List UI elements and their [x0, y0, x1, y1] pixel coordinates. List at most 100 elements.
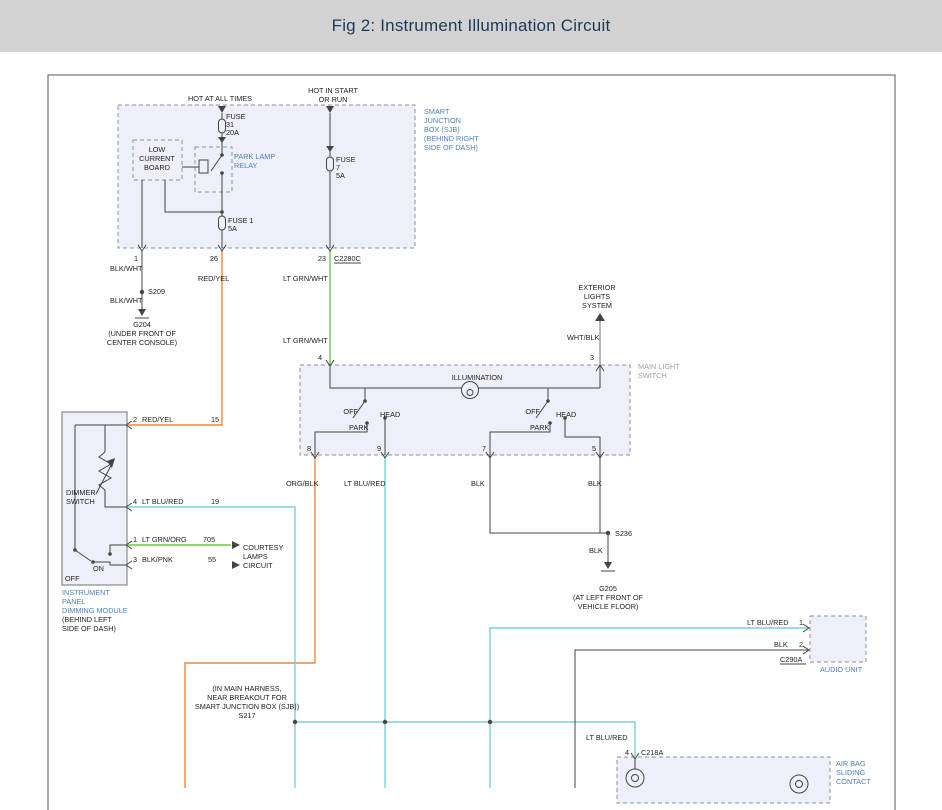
svg-text:JUNCTION: JUNCTION	[424, 116, 461, 125]
wire-blk-wht-1: BLK/WHT	[110, 264, 143, 273]
audio-pin-2: 2	[799, 640, 803, 649]
wire-blk-4: BLK	[774, 640, 788, 649]
airbag-label: AIR BAG	[836, 759, 866, 768]
splice-s217-b	[383, 720, 387, 724]
mls-pin-5: 5	[592, 444, 596, 453]
circuit-19: 19	[211, 497, 219, 506]
mls-right-off: OFF	[525, 407, 540, 416]
wire-red-yel-2: RED/YEL	[142, 415, 173, 424]
svg-text:SLIDING: SLIDING	[836, 768, 866, 777]
splice-s209-label: S209	[148, 287, 165, 296]
splice-s217-note: (IN MAIN HARNESS,	[212, 684, 281, 693]
svg-text:CURRENT: CURRENT	[139, 154, 175, 163]
figure-page: Fig 2: Instrument Illumination Circuit	[0, 0, 942, 810]
svg-text:(AT LEFT FRONT OF: (AT LEFT FRONT OF	[573, 593, 644, 602]
svg-text:CENTER CONSOLE): CENTER CONSOLE)	[107, 338, 177, 347]
svg-text:LAMPS: LAMPS	[243, 552, 268, 561]
svg-text:20A: 20A	[226, 128, 239, 137]
svg-text:BOX (SJB): BOX (SJB)	[424, 125, 460, 134]
svg-text:SWITCH: SWITCH	[638, 371, 667, 380]
wire-lt-grn-wht-2: LT GRN/WHT	[283, 336, 328, 345]
wire-wht-blk-label: WHT/BLK	[567, 333, 600, 342]
mls-pin-4: 4	[318, 353, 322, 362]
ground-g205-label: G205	[599, 584, 617, 593]
svg-text:SIDE OF DASH): SIDE OF DASH)	[62, 624, 116, 633]
splice-s236	[606, 531, 610, 535]
courtesy-lamps-label: COURTESY	[243, 543, 284, 552]
dimmer-off-label: OFF	[65, 574, 80, 583]
wire-blk-pnk-label: BLK/PNK	[142, 555, 173, 564]
relay-coil	[199, 160, 208, 173]
label-or-run: OR RUN	[319, 95, 348, 104]
dimmer-pin-2: 2	[133, 415, 137, 424]
wire-blk-3: BLK	[589, 546, 603, 555]
wiring-diagram: HOT AT ALL TIMES HOT IN START OR RUN FUS…	[0, 52, 942, 810]
wire-lt-grn-wht-1: LT GRN/WHT	[283, 274, 328, 283]
svg-text:RELAY: RELAY	[234, 161, 258, 170]
svg-text:NEAR BREAKOUT FOR: NEAR BREAKOUT FOR	[207, 693, 287, 702]
airbag-pin-4: 4	[625, 748, 629, 757]
svg-text:SYSTEM: SYSTEM	[582, 301, 612, 310]
svg-text:CONTACT: CONTACT	[836, 777, 871, 786]
wire-blk-2: BLK	[588, 479, 602, 488]
wire-blk-wht-2: BLK/WHT	[110, 296, 143, 305]
figure-header: Fig 2: Instrument Illumination Circuit	[0, 0, 942, 52]
connector-c218a: C218A	[641, 748, 663, 757]
svg-text:SWITCH: SWITCH	[66, 497, 95, 506]
dimming-module-label: INSTRUMENT	[62, 588, 110, 597]
svg-text:DIMMING MODULE: DIMMING MODULE	[62, 606, 128, 615]
wire-lt-blu-red-3: LT BLU/RED	[747, 618, 789, 627]
dimmer-pin-3: 3	[133, 555, 137, 564]
circuit-705: 705	[203, 535, 215, 544]
dimmer-switch-label: DIMMER	[66, 488, 96, 497]
sliding-contact-left-icon	[626, 769, 644, 787]
mls-pin-7: 7	[482, 444, 486, 453]
figure-title: Fig 2: Instrument Illumination Circuit	[332, 16, 611, 36]
svg-text:5A: 5A	[228, 224, 237, 233]
illumination-label: ILLUMINATION	[452, 373, 503, 382]
dimmer-pin-4: 4	[133, 497, 137, 506]
connector-c290a: C290A	[780, 655, 802, 664]
mls-pin-8: 8	[307, 444, 311, 453]
splice-s217-a	[293, 720, 297, 724]
svg-text:CIRCUIT: CIRCUIT	[243, 561, 273, 570]
svg-text:SIDE OF DASH): SIDE OF DASH)	[424, 143, 478, 152]
exterior-lights-label: EXTERIOR	[578, 283, 615, 292]
dimmer-on-label: ON	[93, 564, 104, 573]
sjb-title: SMART	[424, 107, 450, 116]
circuit-55: 55	[208, 555, 216, 564]
sjb-pin-26: 26	[210, 254, 218, 263]
park-lamp-relay-label: PARK LAMP	[234, 152, 275, 161]
mls-right-park: PARK	[530, 423, 549, 432]
mls-left-park: PARK	[349, 423, 368, 432]
svg-text:LIGHTS: LIGHTS	[584, 292, 610, 301]
sjb-pin-23: 23	[318, 254, 326, 263]
low-current-board-label: LOW	[149, 145, 166, 154]
module-location-label: (BEHIND LEFT	[62, 615, 112, 624]
wire-org-blk-label: ORG/BLK	[286, 479, 319, 488]
svg-text:VEHICLE FLOOR): VEHICLE FLOOR)	[578, 602, 639, 611]
ground-g204-label: G204	[133, 320, 151, 329]
svg-text:5A: 5A	[336, 171, 345, 180]
label-hot-in-start: HOT IN START	[308, 86, 358, 95]
svg-text:SMART JUNCTION BOX (SJB)): SMART JUNCTION BOX (SJB))	[195, 702, 299, 711]
label-hot-at-all-times: HOT AT ALL TIMES	[188, 94, 252, 103]
fuse-31-symbol	[219, 119, 226, 133]
connector-c2280c: C2280C	[334, 254, 361, 263]
fuse-1-symbol	[219, 216, 226, 230]
svg-text:PANEL: PANEL	[62, 597, 85, 606]
wire-lt-blu-red-4: LT BLU/RED	[586, 733, 628, 742]
fuse-7-symbol	[327, 157, 334, 171]
wire-blk-1: BLK	[471, 479, 485, 488]
mls-pin-3: 3	[590, 353, 594, 362]
splice-s209	[140, 290, 144, 294]
audio-unit-label: AUDIO UNIT	[820, 665, 863, 674]
sliding-contact-right-icon	[790, 775, 808, 793]
wire-lt-blu-red-2: LT BLU/RED	[142, 497, 184, 506]
svg-text:S217: S217	[238, 711, 255, 720]
dimmer-pin-1: 1	[133, 535, 137, 544]
main-light-switch-label: MAIN LIGHT	[638, 362, 680, 371]
wire-red-yel-1: RED/YEL	[198, 274, 229, 283]
sjb-pin-1: 1	[134, 254, 138, 263]
splice-s217-c	[488, 720, 492, 724]
